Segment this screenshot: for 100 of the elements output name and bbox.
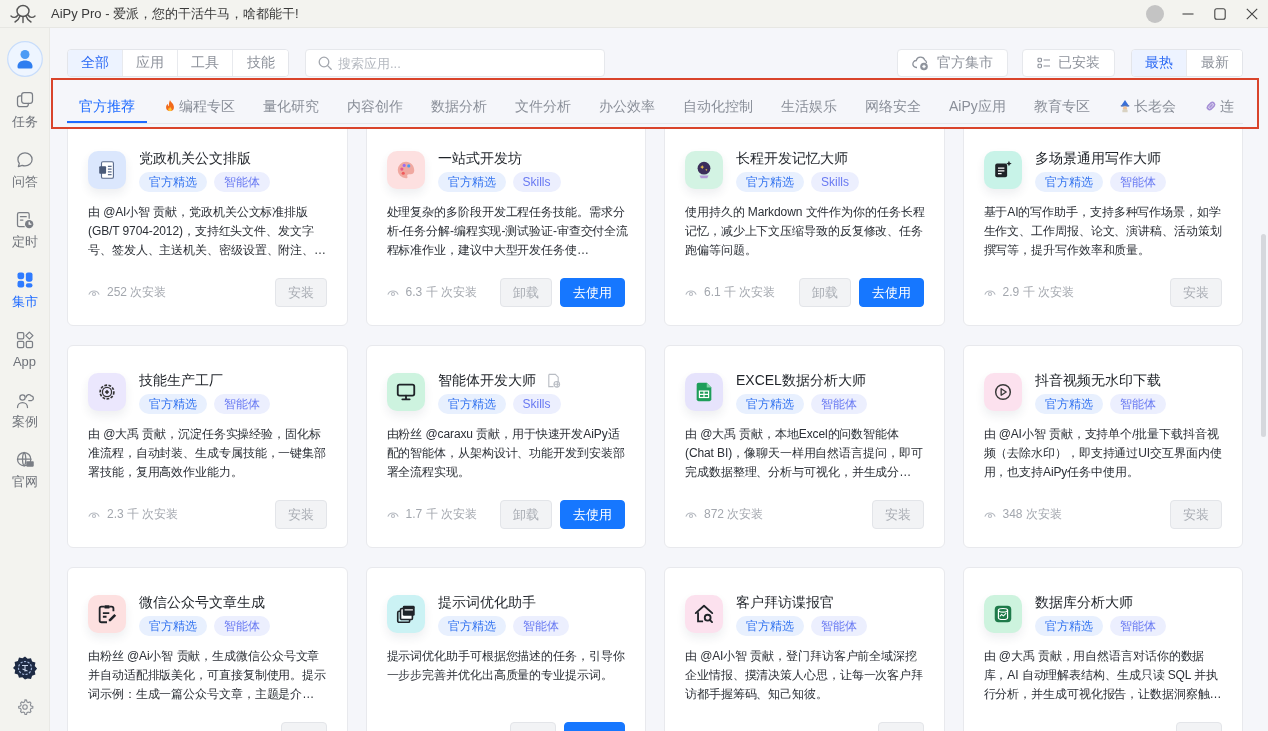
action-button[interactable]: 安装 xyxy=(1170,278,1222,307)
app-card[interactable]: EXCEL数据分析大师 官方精选 智能体 由 @大禹 贡献，本地Excel的问数智能体(Chat BI)，像聊天一样用自然语言提问，即可完成数据整理、分析与可视化，并生成分… 872 次安装 安装 xyxy=(664,345,945,548)
sidebar-item[interactable]: 集市 xyxy=(0,268,49,328)
sidebar-item[interactable]: 案例 xyxy=(0,388,49,448)
eye-icon xyxy=(685,510,697,519)
action-button[interactable]: 去使用 xyxy=(858,278,924,307)
octopus-logo-icon xyxy=(9,3,37,24)
category-tab[interactable]: 数据分析 xyxy=(419,80,499,123)
action-button[interactable]: 卸载 xyxy=(500,278,552,307)
filter-tab[interactable]: 全部 xyxy=(68,50,123,76)
card-title: 多场景通用写作大师 xyxy=(1034,149,1161,168)
card-title: 数据库分析大师 xyxy=(1034,593,1133,612)
eye-icon xyxy=(386,288,399,297)
card-title: 长程开发记忆大师 xyxy=(736,149,848,168)
sort-tab[interactable]: 最热 xyxy=(1132,50,1187,76)
install-count: 2.3 千 次安装 xyxy=(107,506,179,523)
category-tag: 官方精选 xyxy=(437,172,506,192)
sidebar-item[interactable]: 官网 xyxy=(0,448,49,508)
settings-icon xyxy=(15,698,34,716)
app-card[interactable]: 提示词优化助手 官方精选 智能体 提示词优化助手可根据您描述的任务，引导你一步步完善并优化出高质量的专业提示词。 xyxy=(365,567,646,731)
action-button[interactable]: 安装 xyxy=(274,500,327,529)
action-button[interactable]: 安装 xyxy=(1170,500,1222,529)
card-description: 由 @AI小智 贡献，登门拜访客户前全域深挖企业情报、摸清决策人心思，让每一次客户拜访都手握筹码、知己知彼。 xyxy=(685,648,924,703)
app-card[interactable]: 抖音视频无水印下载 官方精选 智能体 由 @AI小智 贡献，支持单个/批量下载抖音视频（去除水印），即支持通过UI交互界面内使用，也支持AiPy任务中使用。 348 次安装 安装 xyxy=(962,345,1243,548)
install-count: 1.7 千 次安装 xyxy=(405,506,477,523)
category-tab[interactable]: 内容创作 xyxy=(335,80,415,123)
app-card[interactable]: 长程开发记忆大师 官方精选 Skills 使用持久的 Markdown 文件作为你的任务长程记忆，减少上下文压缩导致的反复修改、任务跑偏等问题。 6.1 千 次安装 卸载 去使用 xyxy=(664,129,945,326)
category-tag: Skills xyxy=(512,172,561,192)
action-button[interactable]: 去使用 xyxy=(560,278,625,307)
category-tab[interactable]: 量化研究 xyxy=(251,80,331,123)
maximize-icon xyxy=(1214,7,1226,20)
app-grid-icon xyxy=(14,330,35,350)
card-title: EXCEL数据分析大师 xyxy=(736,371,866,390)
category-tab[interactable]: 文件分析 xyxy=(503,80,583,123)
action-button[interactable]: 卸载 xyxy=(500,500,552,529)
action-button[interactable]: 卸载 xyxy=(798,278,851,307)
category-tag: 智能体 xyxy=(811,616,867,636)
scrollbar-thumb[interactable] xyxy=(1261,234,1266,437)
category-tag: 官方精选 xyxy=(1034,616,1103,636)
sidebar-item[interactable]: App xyxy=(0,328,49,388)
category-tag: 官方精选 xyxy=(736,616,804,636)
action-button[interactable]: 安装 xyxy=(871,500,924,529)
category-tag: 官方精选 xyxy=(139,394,207,414)
category-tag: 智能体 xyxy=(214,172,270,192)
category-tag: Skills xyxy=(512,394,561,414)
category-tag: 官方精选 xyxy=(437,616,506,636)
app-card[interactable]: 技能生产工厂 官方精选 智能体 由 @大禹 贡献，沉淀任务实操经验，固化标准流程，自动封装、生成专属技能，一键集部署技能，复用高效作业能力。 2.3 千 次安装 安装 xyxy=(67,345,348,548)
category-tag: 智能体 xyxy=(214,394,270,414)
install-count: 6.1 千 次安装 xyxy=(704,284,776,301)
sidebar-item[interactable]: 问答 xyxy=(0,148,49,208)
app-card[interactable]: 客户拜访谍报官 官方精选 智能体 由 @AI小智 贡献，登门拜访客户前全域深挖企业情报、摸清决策人心思，让每一次客户拜访都手握筹码、知己知彼。 xyxy=(664,567,945,731)
category-tab[interactable]: 教育专区 xyxy=(1021,80,1102,123)
category-tab[interactable]: 编程专区 xyxy=(151,80,247,123)
app-card[interactable]: 微信公众号文章生成 官方精选 智能体 由粉丝 @Ai小智 贡献，生成微信公众号文章并自动适配排版美化，可直接复制使用。提示词示例：生成一篇公众号文章，主题是介… xyxy=(67,567,348,731)
card-title: 抖音视频无水印下载 xyxy=(1034,371,1161,390)
category-tab[interactable]: AiPy应用 xyxy=(937,80,1018,123)
avatar-placeholder[interactable] xyxy=(1146,4,1164,23)
action-button[interactable]: 安装 xyxy=(274,278,327,307)
sidebar-item[interactable]: 任务 xyxy=(0,88,49,148)
card-title: 一站式开发坊 xyxy=(437,149,522,168)
install-count: 2.9 千 次安装 xyxy=(1002,284,1074,301)
eye-icon xyxy=(983,510,996,519)
category-tag: 智能体 xyxy=(811,394,867,414)
card-title: 智能体开发大师 xyxy=(437,371,536,390)
document-badge-icon[interactable] xyxy=(545,372,561,388)
eye-icon xyxy=(983,288,996,297)
sidebar-item[interactable]: 定时 xyxy=(0,208,49,268)
app-card[interactable]: 党政机关公文排版 官方精选 智能体 由 @AI小智 贡献，党政机关公文标准排版(GB/T 9704-2012)，支持红头文件、发文字号、签发人、主送机关、密级设置、附注、… 252 次安装 安装 xyxy=(67,129,348,326)
card-description: 由 @AI小智 贡献，支持单个/批量下载抖音视频（去除水印），即支持通过UI交互界面内使用，也支持AiPy任务中使用。 xyxy=(983,426,1223,481)
card-description: 处理复杂的多阶段开发工程任务技能。需求分析-任务分解-编程实现-测试验证-审查交付全流程标准作业，建议中大型开发任务使… xyxy=(386,204,629,259)
emblem-icon[interactable] xyxy=(12,656,37,680)
search-field[interactable]: 搜索应用... xyxy=(305,49,605,77)
action-button[interactable]: 去使用 xyxy=(560,500,625,529)
category-tab[interactable]: 长老会 xyxy=(1105,80,1188,123)
card-title: 客户拜访谍报官 xyxy=(736,593,834,612)
app-card[interactable]: 多场景通用写作大师 官方精选 智能体 基于AI的写作助手，支持多种写作场景，如学生作文、工作周报、论文、演讲稿、活动策划撰写等，提升写作效率和质量。 2.9 千 次安装 安装 xyxy=(962,129,1243,326)
category-tab[interactable]: 生活娱乐 xyxy=(769,80,849,123)
toolbar-button[interactable]: 官方集市 xyxy=(897,49,1008,77)
app-card[interactable]: 一站式开发坊 官方精选 Skills 处理复杂的多阶段开发工程任务技能。需求分析-任务分解-编程实现-测试验证-审查交付全流程标准作业，建议中大型开发任务使… 6.3 千 次安装 卸载 去使用 xyxy=(365,129,646,326)
app-card[interactable]: 数据库分析大师 官方精选 智能体 由 @大禹 贡献，用自然语言对话你的数据库，AI 自动理解表结构、生成只读 SQL 并执行分析，并生成可视化报告，让数据洞察触… xyxy=(962,567,1243,731)
category-tab[interactable]: 连 xyxy=(1191,80,1243,123)
toolbar-button[interactable]: 已安装 xyxy=(1022,49,1115,77)
card-description: 由粉丝 @caraxu 贡献，用于快速开发AiPy适配的智能体，从架构设计、功能开发到安装部署全流程实现。 xyxy=(386,426,626,481)
app-card[interactable]: 智能体开发大师 官方精选 Skills 由粉丝 @caraxu 贡献，用于快速开发AiPy适配的智能体，从架构设计、功能开发到安装部署全流程实现。 1.7 千 次安装 卸载 去使用 xyxy=(365,345,646,548)
fire-icon xyxy=(163,99,177,113)
category-tag: 官方精选 xyxy=(1034,172,1103,192)
settings-button[interactable] xyxy=(15,698,34,716)
eye-icon xyxy=(386,510,399,519)
card-title: 微信公众号文章生成 xyxy=(139,593,265,612)
card-title: 技能生产工厂 xyxy=(139,371,223,390)
category-tag: 官方精选 xyxy=(736,172,804,192)
category-tab[interactable]: 官方推荐 xyxy=(67,80,147,123)
category-tab[interactable]: 自动化控制 xyxy=(671,80,765,123)
install-count: 872 次安装 xyxy=(704,506,764,523)
category-tag: 官方精选 xyxy=(139,616,207,636)
card-description: 由粉丝 @Ai小智 贡献，生成微信公众号文章并自动适配排版美化，可直接复制使用。提示词示例：生成一篇公众号文章，主题是介… xyxy=(88,648,327,703)
user-avatar-icon[interactable] xyxy=(6,41,43,77)
list-icon xyxy=(1037,57,1051,69)
category-tab[interactable]: 办公效率 xyxy=(587,80,667,123)
category-tab[interactable]: 网络安全 xyxy=(853,80,933,123)
